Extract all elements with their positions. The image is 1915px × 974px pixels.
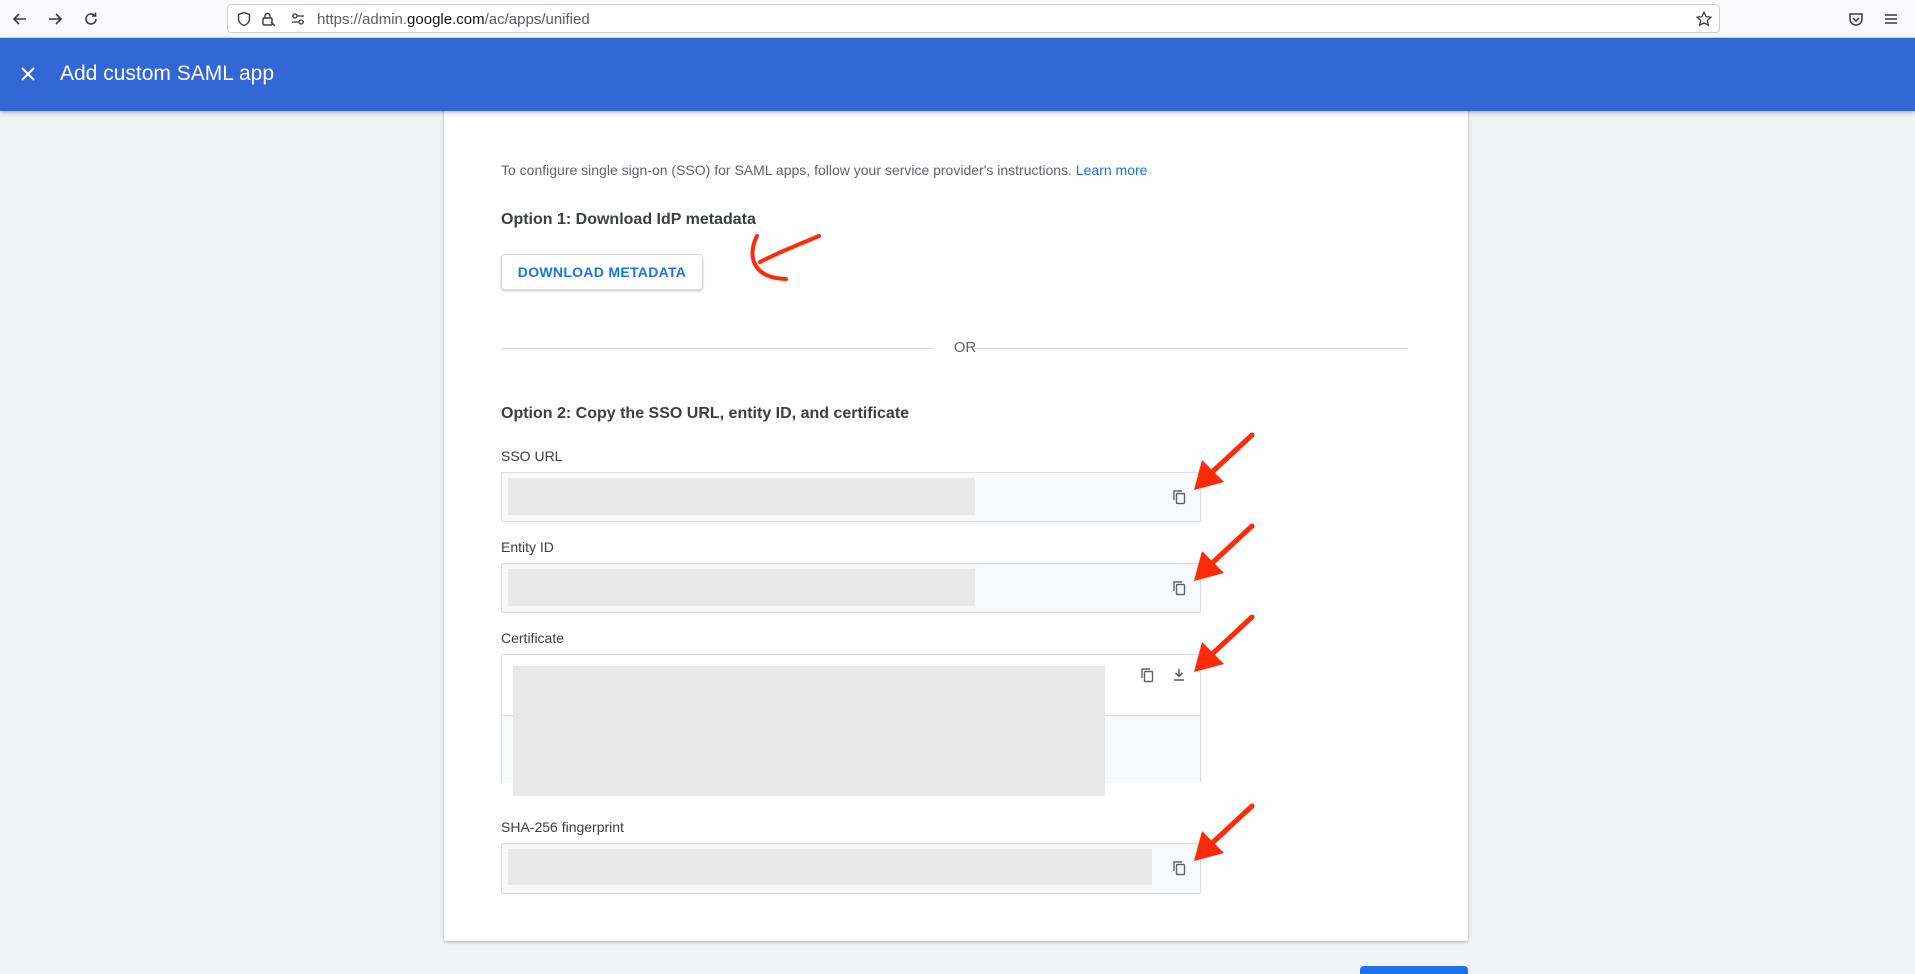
permissions-icon[interactable] [290, 11, 306, 27]
copy-certificate-button[interactable] [1137, 665, 1157, 685]
copy-entity-id-button[interactable] [1169, 578, 1189, 598]
star-icon[interactable] [1695, 10, 1713, 28]
certificate-field[interactable] [501, 654, 1201, 796]
forward-arrow-icon [49, 13, 63, 25]
menu-icon [1885, 14, 1897, 24]
redacted-certificate [513, 666, 1105, 796]
copy-icon [1173, 490, 1186, 505]
pocket-icon [1849, 13, 1863, 26]
certificate-label: Certificate [501, 630, 565, 646]
copy-icon [1173, 581, 1186, 596]
back-arrow-icon [12, 13, 26, 25]
sso-url-field[interactable] [501, 472, 1201, 522]
learn-more-link[interactable]: Learn more [1076, 162, 1148, 178]
copy-fingerprint-button[interactable] [1169, 858, 1189, 878]
copy-sso-url-button[interactable] [1169, 487, 1189, 507]
back-button[interactable] [6, 5, 34, 33]
forward-button[interactable] [41, 5, 69, 33]
divider-left [501, 348, 934, 349]
next-button[interactable] [1360, 966, 1468, 974]
url-bar[interactable]: https://admin.google.com/ac/apps/unified [227, 4, 1720, 33]
entity-id-label: Entity ID [501, 539, 554, 555]
intro-text: To configure single sign-on (SSO) for SA… [501, 162, 1147, 178]
redacted-value [508, 478, 975, 515]
divider-right [974, 348, 1408, 349]
close-button[interactable] [14, 60, 42, 88]
pocket-button[interactable] [1842, 5, 1870, 33]
fingerprint-label: SHA-256 fingerprint [501, 819, 624, 835]
download-certificate-button[interactable] [1169, 665, 1189, 685]
download-metadata-button[interactable]: DOWNLOAD METADATA [501, 254, 703, 290]
app-header: Add custom SAML app [0, 38, 1915, 111]
fingerprint-field[interactable] [501, 843, 1201, 894]
close-icon [21, 67, 35, 81]
lock-icon[interactable] [260, 11, 276, 27]
shield-icon[interactable] [236, 11, 252, 27]
url-text[interactable]: https://admin.google.com/ac/apps/unified [317, 11, 590, 28]
option1-title: Option 1: Download IdP metadata [501, 211, 756, 228]
browser-toolbar: https://admin.google.com/ac/apps/unified [0, 0, 1915, 38]
entity-id-field[interactable] [501, 563, 1201, 613]
url-path: /ac/apps/unified [484, 11, 590, 28]
url-prefix: https://admin. [317, 11, 408, 28]
download-icon [1174, 669, 1184, 681]
reload-button[interactable] [77, 5, 105, 33]
reload-icon [85, 12, 97, 25]
copy-icon [1173, 861, 1186, 876]
app-menu-button[interactable] [1877, 5, 1905, 33]
saml-details-card: To configure single sign-on (SSO) for SA… [444, 106, 1468, 941]
option2-title: Option 2: Copy the SSO URL, entity ID, a… [501, 405, 910, 422]
redacted-value [508, 569, 975, 606]
copy-icon [1141, 668, 1154, 683]
page-title: Add custom SAML app [60, 62, 274, 85]
sso-url-label: SSO URL [501, 448, 563, 464]
intro-description: To configure single sign-on (SSO) for SA… [501, 162, 1072, 178]
url-host: google.com [407, 11, 485, 28]
redacted-value [508, 849, 1152, 885]
